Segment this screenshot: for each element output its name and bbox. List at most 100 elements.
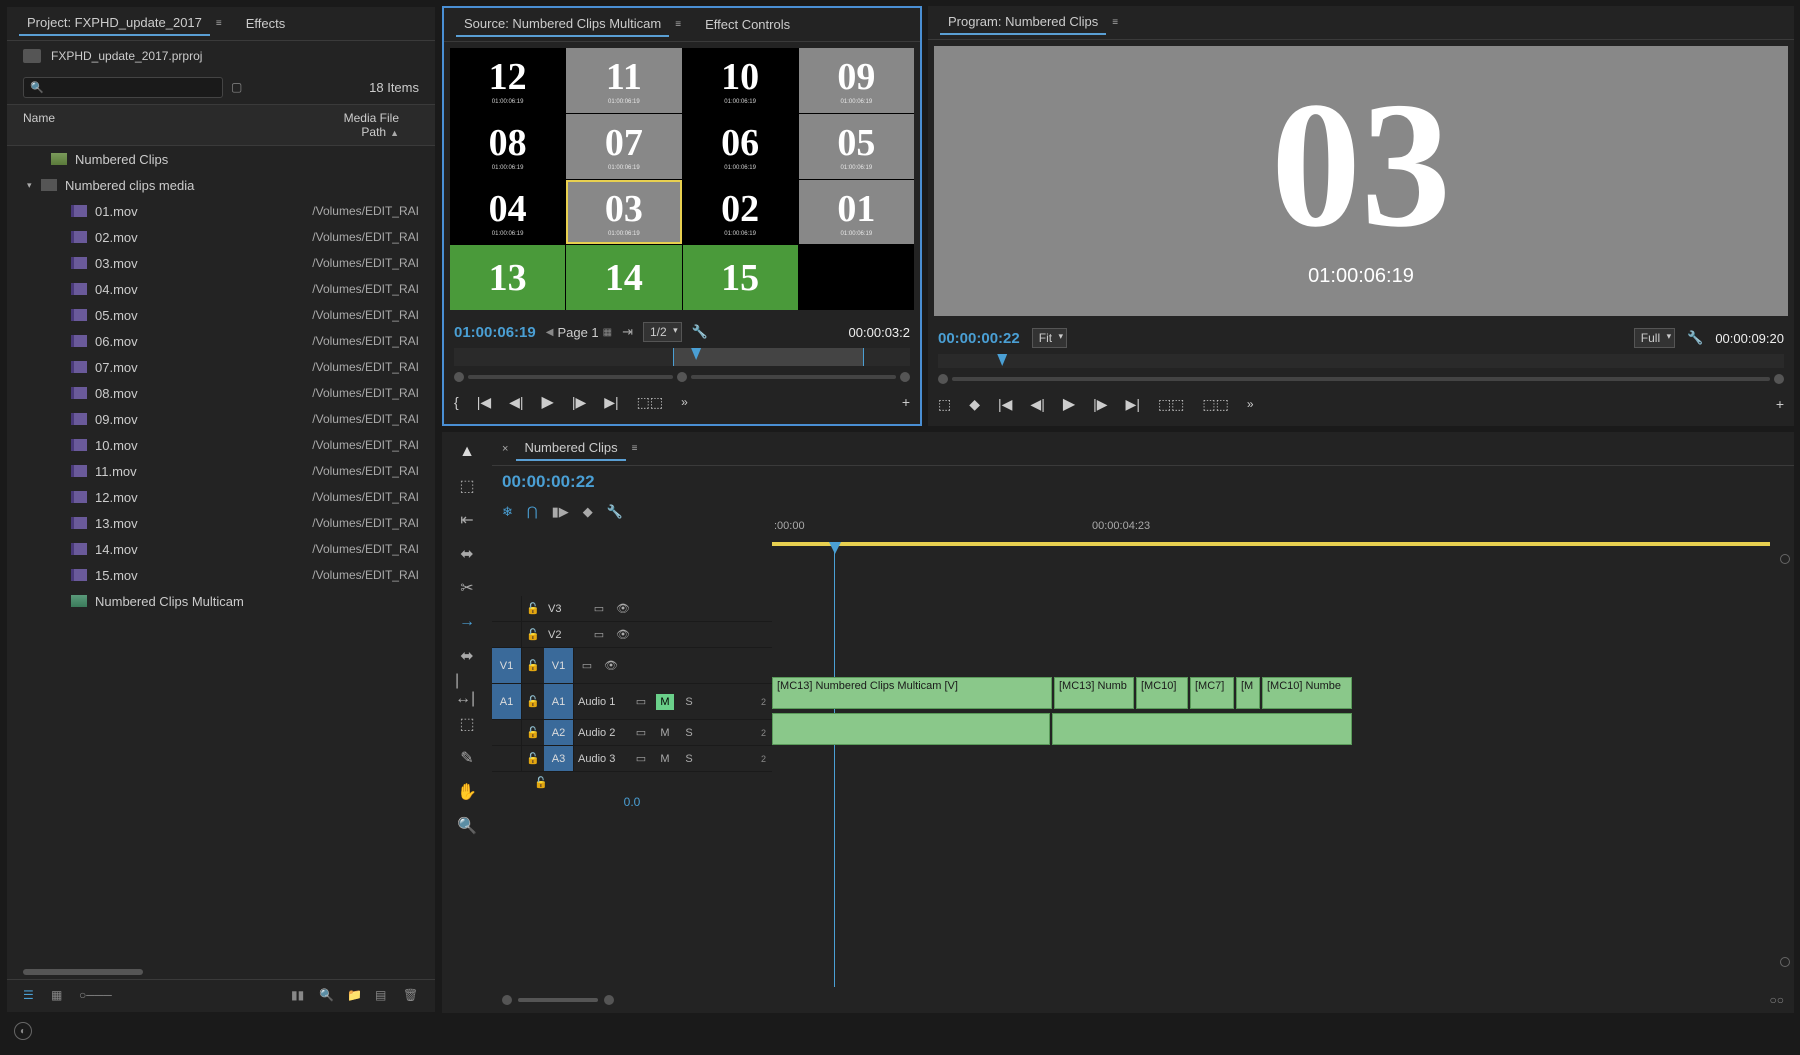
lock-icon[interactable]: 🔓 bbox=[522, 752, 544, 765]
delete-icon[interactable]: 🗑 bbox=[403, 988, 419, 1004]
project-item[interactable]: Numbered Clips bbox=[7, 146, 435, 172]
toggle-output-icon[interactable]: ▭ bbox=[590, 627, 608, 643]
project-tab[interactable]: Project: FXPHD_update_2017 bbox=[19, 11, 210, 36]
lock-icon[interactable]: 🔓 bbox=[522, 602, 544, 615]
ripple-edit-tool-icon[interactable]: ⇤ bbox=[455, 508, 479, 532]
eye-icon[interactable]: 👁 bbox=[614, 601, 632, 617]
effect-controls-tab[interactable]: Effect Controls bbox=[697, 13, 798, 36]
panel-menu-icon[interactable]: ≡ bbox=[632, 443, 638, 454]
lock-icon[interactable]: 🔓 bbox=[522, 695, 544, 708]
horizontal-scrollbar[interactable] bbox=[23, 969, 143, 975]
source-zoom-scroll[interactable] bbox=[454, 372, 910, 382]
close-tab-icon[interactable]: × bbox=[502, 443, 508, 455]
track-a1[interactable]: A1 🔓 A1 Audio 1 ▭MS 2 bbox=[492, 684, 772, 720]
step-back-icon[interactable]: ◀| bbox=[1030, 396, 1044, 413]
multicam-angle[interactable]: 0101:00:06:19 bbox=[799, 180, 914, 245]
in-out-range[interactable] bbox=[673, 348, 865, 366]
track-target-a2[interactable]: A2 bbox=[544, 720, 574, 745]
track-a3[interactable]: 🔓 A3 Audio 3 ▭MS 2 bbox=[492, 746, 772, 772]
keyframe-icon[interactable]: ▭ bbox=[632, 725, 650, 741]
selection-tool-icon[interactable]: ▲ bbox=[455, 440, 479, 464]
panel-menu-icon[interactable]: ≡ bbox=[216, 18, 222, 29]
timeline-options-icon[interactable]: ○○ bbox=[1770, 993, 1785, 1007]
multicam-angle[interactable]: 0801:00:06:19 bbox=[450, 114, 565, 179]
list-view-icon[interactable]: ☰ bbox=[23, 988, 39, 1004]
project-item[interactable]: 15.mov/Volumes/EDIT_RAI bbox=[7, 562, 435, 588]
step-forward-icon[interactable]: |▶ bbox=[1093, 396, 1107, 413]
video-clip[interactable]: [MC10] Numbe bbox=[1262, 677, 1352, 709]
multicam-grid[interactable]: 1201:00:06:191101:00:06:191001:00:06:190… bbox=[450, 48, 914, 310]
track-v1[interactable]: V1 🔓 V1 ▭👁 bbox=[492, 648, 772, 684]
toggle-output-icon[interactable]: ▭ bbox=[590, 601, 608, 617]
toggle-grid-icon[interactable]: ⇥ bbox=[622, 324, 633, 340]
source-patch-v1[interactable]: V1 bbox=[492, 648, 522, 683]
lock-icon[interactable]: 🔓 bbox=[522, 659, 544, 672]
audio-clip[interactable] bbox=[772, 713, 1050, 745]
audio-clip[interactable] bbox=[1052, 713, 1352, 745]
marker-icon[interactable]: ◆ bbox=[583, 504, 593, 520]
scroll-handle-icon[interactable] bbox=[1780, 957, 1790, 967]
mute-toggle[interactable]: M bbox=[656, 751, 674, 767]
settings-icon[interactable]: 🔧 bbox=[692, 324, 708, 340]
timeline-timecode[interactable]: 00:00:00:22 bbox=[502, 472, 595, 492]
column-name[interactable]: Name bbox=[23, 111, 303, 139]
page-next-icon[interactable]: ▦ bbox=[603, 327, 612, 338]
panel-menu-icon[interactable]: ≡ bbox=[675, 19, 681, 30]
lock-icon[interactable]: 🔓 bbox=[522, 628, 544, 641]
multicam-angle[interactable]: 0601:00:06:19 bbox=[683, 114, 798, 179]
mute-toggle[interactable]: M bbox=[656, 694, 674, 710]
snap-icon[interactable]: ⋂ bbox=[527, 504, 538, 520]
project-item[interactable]: 07.mov/Volumes/EDIT_RAI bbox=[7, 354, 435, 380]
project-item[interactable]: 13.mov/Volumes/EDIT_RAI bbox=[7, 510, 435, 536]
column-path[interactable]: Media File Path▲ bbox=[303, 111, 419, 139]
source-patch-a1[interactable]: A1 bbox=[492, 684, 522, 719]
time-ruler[interactable]: :00:00 00:00:04:23 bbox=[772, 520, 1794, 542]
program-time-ruler[interactable] bbox=[938, 354, 1784, 368]
video-clip[interactable]: [MC13] Numbered Clips Multicam [V] bbox=[772, 677, 1052, 709]
multicam-angle[interactable]: 1001:00:06:19 bbox=[683, 48, 798, 113]
project-item[interactable]: 06.mov/Volumes/EDIT_RAI bbox=[7, 328, 435, 354]
source-duration-timecode[interactable]: 00:00:03:2 bbox=[849, 325, 910, 340]
project-item[interactable]: 02.mov/Volumes/EDIT_RAI bbox=[7, 224, 435, 250]
video-clip[interactable]: [MC7] bbox=[1190, 677, 1234, 709]
multicam-angle[interactable]: 0701:00:06:19 bbox=[566, 114, 681, 179]
mute-toggle[interactable]: M bbox=[656, 725, 674, 741]
expand-icon[interactable]: ▾ bbox=[27, 180, 41, 191]
step-forward-icon[interactable]: |▶ bbox=[572, 394, 586, 411]
source-in-timecode[interactable]: 01:00:06:19 bbox=[454, 324, 536, 341]
multicam-angle[interactable]: 1201:00:06:19 bbox=[450, 48, 565, 113]
export-frame-icon[interactable]: » bbox=[1247, 397, 1254, 411]
pen-tool-icon[interactable]: ⬚ bbox=[455, 712, 479, 736]
icon-view-icon[interactable]: ▦ bbox=[51, 988, 67, 1004]
scroll-handle-icon[interactable] bbox=[1780, 554, 1790, 564]
project-item[interactable]: 03.mov/Volumes/EDIT_RAI bbox=[7, 250, 435, 276]
rolling-edit-tool-icon[interactable]: ⬌ bbox=[455, 542, 479, 566]
pen-tool-icon[interactable]: ✎ bbox=[455, 746, 479, 770]
slide-tool-icon[interactable]: |↔| bbox=[455, 678, 479, 702]
settings-icon[interactable]: 🔧 bbox=[607, 504, 623, 520]
track-a2[interactable]: 🔓 A2 Audio 2 ▭MS 2 bbox=[492, 720, 772, 746]
timeline-ruler-area[interactable]: :00:00 00:00:04:23 [MC13] Numbered Clips… bbox=[772, 520, 1794, 987]
rate-stretch-tool-icon[interactable]: ✂ bbox=[455, 576, 479, 600]
solo-toggle[interactable]: S bbox=[680, 751, 698, 767]
mark-in-icon[interactable]: ⬚ bbox=[938, 396, 951, 413]
page-fraction-dropdown[interactable]: 1/2 bbox=[643, 322, 682, 342]
project-item[interactable]: 10.mov/Volumes/EDIT_RAI bbox=[7, 432, 435, 458]
program-zoom-scroll[interactable] bbox=[938, 374, 1784, 384]
settings-icon[interactable]: 🔧 bbox=[1687, 330, 1703, 346]
multicam-angle[interactable] bbox=[799, 245, 914, 310]
source-tab[interactable]: Source: Numbered Clips Multicam bbox=[456, 12, 669, 37]
lift-icon[interactable]: ⬚⬚ bbox=[1158, 396, 1184, 413]
program-duration-timecode[interactable]: 00:00:09:20 bbox=[1715, 331, 1784, 346]
project-item[interactable]: 08.mov/Volumes/EDIT_RAI bbox=[7, 380, 435, 406]
timeline-zoom-bar[interactable]: ○○ bbox=[492, 987, 1794, 1013]
mark-in-icon[interactable]: { bbox=[454, 394, 459, 410]
multicam-angle[interactable]: 1101:00:06:19 bbox=[566, 48, 681, 113]
insert-icon[interactable]: ⬚⬚ bbox=[637, 394, 663, 411]
multicam-angle[interactable]: 0901:00:06:19 bbox=[799, 48, 914, 113]
multicam-angle[interactable]: 15 bbox=[683, 245, 798, 310]
toggle-output-icon[interactable]: ▭ bbox=[578, 658, 596, 674]
project-item[interactable]: 04.mov/Volumes/EDIT_RAI bbox=[7, 276, 435, 302]
eye-icon[interactable]: 👁 bbox=[602, 658, 620, 674]
razor-tool-icon[interactable]: → bbox=[455, 610, 479, 634]
